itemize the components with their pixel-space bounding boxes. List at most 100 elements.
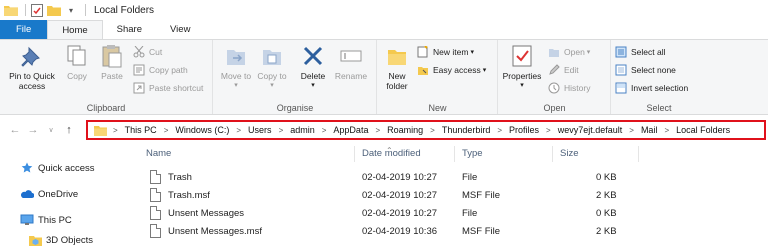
select-none-icon xyxy=(614,63,628,77)
nav-this-pc[interactable]: This PC xyxy=(20,214,72,226)
file-type: MSF File xyxy=(462,190,500,201)
breadcrumb-separator[interactable]: > xyxy=(430,126,435,135)
edit-label: Edit xyxy=(564,65,579,75)
nav-3d-objects-label: 3D Objects xyxy=(46,234,93,246)
address-bar[interactable]: > This PC > Windows (C:) > Users > admin… xyxy=(86,120,766,140)
move-to-button[interactable]: Move to ▾ xyxy=(220,43,252,91)
breadcrumb-separator[interactable]: > xyxy=(236,126,241,135)
select-all-button[interactable]: Select all xyxy=(614,44,666,60)
file-size: 0 KB xyxy=(596,172,617,183)
back-arrow-icon[interactable]: ← xyxy=(6,124,24,136)
tab-view[interactable]: View xyxy=(156,20,204,39)
column-separator[interactable] xyxy=(354,146,355,162)
select-all-icon xyxy=(614,45,628,59)
new-item-label: New item xyxy=(433,47,469,57)
copy-to-icon xyxy=(257,43,287,69)
properties-icon xyxy=(507,43,537,69)
ribbon-tabs: File Home Share View xyxy=(0,20,768,39)
easy-access-button[interactable]: Easy access ▾ xyxy=(416,62,486,78)
breadcrumb-windows-c[interactable]: Windows (C:) xyxy=(175,125,229,135)
file-row[interactable]: Unsent Messages 02-04-2019 10:27 File 0 … xyxy=(146,205,756,223)
column-header-type[interactable]: Type xyxy=(462,148,483,159)
breadcrumb-users[interactable]: Users xyxy=(248,125,272,135)
open-group: Properties ▾ Open ▾ Edit History Open xyxy=(499,40,611,114)
tab-file[interactable]: File xyxy=(0,20,48,39)
file-icon xyxy=(150,224,161,238)
history-label: History xyxy=(564,83,591,93)
forward-arrow-icon[interactable]: → xyxy=(24,124,42,136)
3d-objects-icon xyxy=(28,234,42,246)
delete-label: Delete xyxy=(300,71,326,81)
breadcrumb-separator[interactable]: > xyxy=(322,126,327,135)
file-row[interactable]: Unsent Messages.msf 02-04-2019 10:36 MSF… xyxy=(146,223,756,241)
breadcrumb-profile-default[interactable]: wevy7ejt.default xyxy=(558,125,623,135)
tab-home[interactable]: Home xyxy=(47,20,103,39)
file-row[interactable]: Trash.msf 02-04-2019 10:27 MSF File 2 KB xyxy=(146,187,756,205)
new-folder-button[interactable]: New folder xyxy=(380,43,414,91)
open-group-label: Open xyxy=(543,103,566,113)
breadcrumb-separator[interactable]: > xyxy=(375,126,380,135)
cut-button[interactable]: Cut xyxy=(132,44,162,60)
breadcrumb-admin[interactable]: admin xyxy=(290,125,315,135)
window-title: Local Folders xyxy=(94,4,155,16)
recent-locations-icon[interactable]: ∨ xyxy=(42,126,60,134)
select-none-button[interactable]: Select none xyxy=(614,62,676,78)
open-button[interactable]: Open ▾ xyxy=(547,44,590,60)
breadcrumb-profiles[interactable]: Profiles xyxy=(509,125,539,135)
edit-button[interactable]: Edit xyxy=(547,62,579,78)
breadcrumb-this-pc[interactable]: This PC xyxy=(125,125,157,135)
pin-quick-access-button[interactable]: Pin to Quick access xyxy=(4,43,60,91)
delete-button[interactable]: Delete ▾ xyxy=(296,43,330,91)
history-button[interactable]: History xyxy=(547,80,590,96)
nav-onedrive[interactable]: OneDrive xyxy=(20,188,78,200)
clipboard-group: Pin to Quick access Copy Paste Cut Copy … xyxy=(0,40,213,114)
breadcrumb-separator[interactable]: > xyxy=(546,126,551,135)
breadcrumb-roaming[interactable]: Roaming xyxy=(387,125,423,135)
copy-to-label: Copy to xyxy=(257,71,287,81)
edit-icon xyxy=(547,63,561,77)
breadcrumb-separator[interactable]: > xyxy=(664,126,669,135)
column-header-date[interactable]: Date modified xyxy=(362,148,421,159)
clipboard-group-label: Clipboard xyxy=(86,103,126,113)
copy-path-button[interactable]: Copy path xyxy=(132,62,188,78)
breadcrumb-thunderbird[interactable]: Thunderbird xyxy=(442,125,491,135)
paste-button[interactable]: Paste xyxy=(96,43,128,81)
paste-shortcut-icon xyxy=(132,81,146,95)
properties-button[interactable]: Properties ▾ xyxy=(499,43,545,91)
file-row[interactable]: Trash 02-04-2019 10:27 File 0 KB xyxy=(146,169,756,187)
new-folder-quick-icon[interactable] xyxy=(47,3,61,17)
file-icon xyxy=(150,206,161,220)
open-icon xyxy=(547,45,561,59)
paste-shortcut-button[interactable]: Paste shortcut xyxy=(132,80,203,96)
up-arrow-icon[interactable]: ↑ xyxy=(60,124,78,136)
nav-quick-access[interactable]: Quick access xyxy=(20,162,95,174)
breadcrumb-separator[interactable]: > xyxy=(164,126,169,135)
breadcrumb-separator[interactable]: > xyxy=(629,126,634,135)
tab-share[interactable]: Share xyxy=(103,20,156,39)
properties-quick-icon[interactable] xyxy=(30,3,44,17)
rename-button[interactable]: Rename xyxy=(332,43,370,81)
easy-access-icon xyxy=(416,63,430,77)
new-item-button[interactable]: New item ▾ xyxy=(416,44,474,60)
file-name: Unsent Messages.msf xyxy=(168,226,262,237)
customize-qat-icon[interactable]: ▾ xyxy=(64,3,78,17)
copy-to-button[interactable]: Copy to ▾ xyxy=(256,43,288,91)
file-type: File xyxy=(462,208,478,219)
breadcrumb-mail[interactable]: Mail xyxy=(641,125,658,135)
column-separator[interactable] xyxy=(454,146,455,162)
breadcrumb-appdata[interactable]: AppData xyxy=(333,125,368,135)
column-header-name[interactable]: Name ⌃ xyxy=(146,146,393,159)
breadcrumb-separator[interactable]: > xyxy=(497,126,502,135)
cloud-icon xyxy=(20,188,34,200)
file-date: 02-04-2019 10:27 xyxy=(362,208,438,219)
column-separator[interactable] xyxy=(638,146,639,162)
column-header-size[interactable]: Size xyxy=(560,148,578,159)
invert-selection-button[interactable]: Invert selection xyxy=(614,80,688,96)
breadcrumb-separator[interactable]: > xyxy=(279,126,284,135)
file-date: 02-04-2019 10:36 xyxy=(362,226,438,237)
column-separator[interactable] xyxy=(552,146,553,162)
move-to-icon xyxy=(221,43,251,69)
breadcrumb-local-folders[interactable]: Local Folders xyxy=(676,125,730,135)
copy-button[interactable]: Copy xyxy=(62,43,92,81)
nav-3d-objects[interactable]: 3D Objects xyxy=(28,234,93,246)
